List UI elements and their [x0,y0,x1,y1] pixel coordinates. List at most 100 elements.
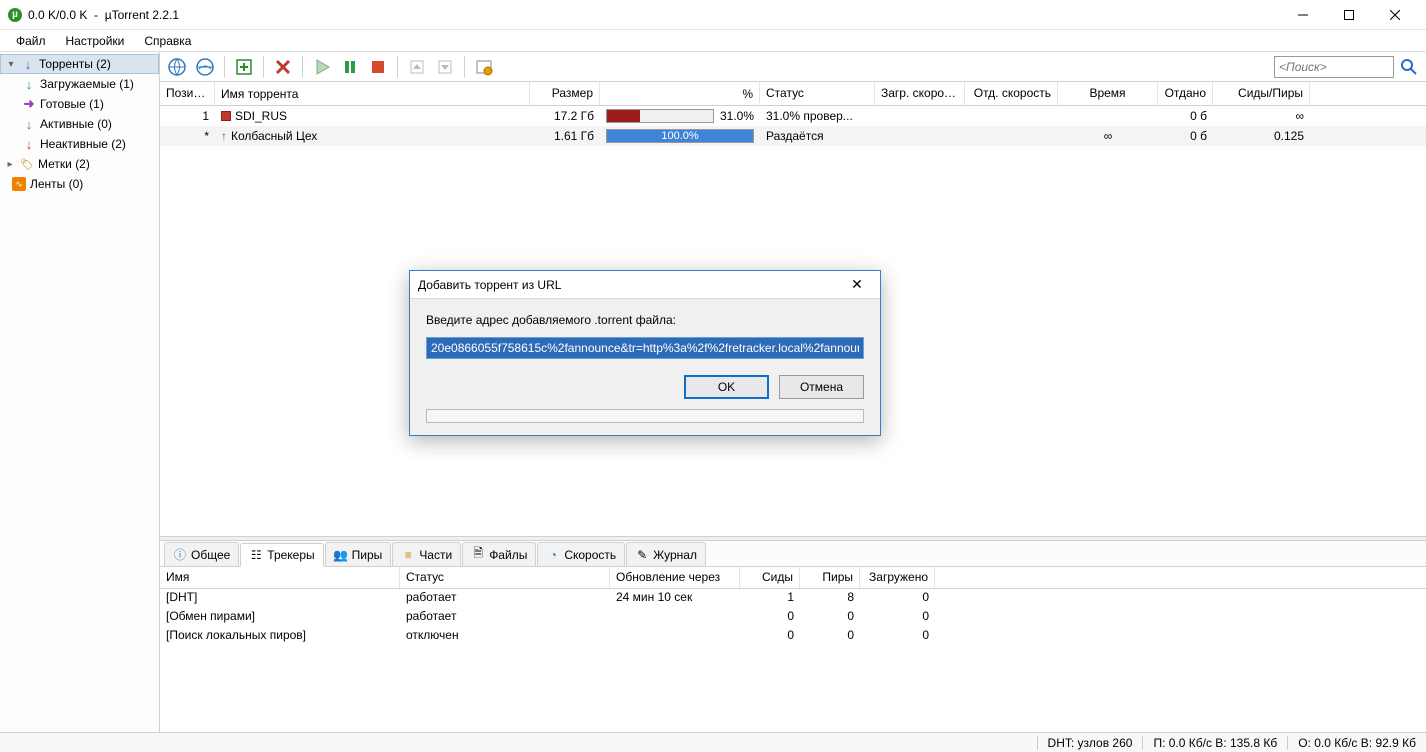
trk-col-seeds[interactable]: Сиды [740,567,800,588]
trk-col-peers[interactable]: Пиры [800,567,860,588]
arrow-right-icon: ➜ [22,97,36,111]
maximize-button[interactable] [1326,0,1372,30]
cell-status: Раздаётся [760,128,875,144]
dialog-close-button[interactable]: ✕ [842,274,872,296]
chevron-down-icon[interactable]: ▾ [5,59,17,70]
detail-tabs: ⓘОбщее ☷ Трекеры 👥Пиры ≡Части 🗎Файлы ◔Ско… [160,541,1426,567]
menubar: Файл Настройки Справка [0,30,1426,52]
cell-given: 0 б [1158,108,1213,124]
trk-col-status[interactable]: Статус [400,567,610,588]
start-button[interactable] [309,54,335,80]
cell-given: 0 б [1158,128,1213,144]
cancel-button[interactable]: Отмена [779,375,864,399]
preferences-button[interactable] [471,54,497,80]
tracker-row[interactable]: [DHT] работает 24 мин 10 сек 1 8 0 [160,589,1426,608]
tab-trackers[interactable]: ☷ Трекеры [240,543,323,567]
move-up-button[interactable] [404,54,430,80]
trk-seed: 0 [740,608,800,627]
search-button[interactable] [1396,54,1422,80]
tag-icon: 🏷 [20,157,34,171]
dialog-title-text: Добавить торрент из URL [418,278,842,292]
col-time[interactable]: Время [1058,82,1158,105]
create-torrent-button[interactable] [231,54,257,80]
upload-icon: ↑ [221,129,227,143]
sidebar-label: Ленты (0) [30,177,83,191]
cell-ratio: ∞ [1213,108,1310,124]
status-download: П: 0.0 Кб/с В: 135.8 Кб [1143,736,1287,750]
sidebar-item-active[interactable]: ↓ Активные (0) [0,114,159,134]
col-uploaded[interactable]: Отдано [1158,82,1213,105]
stop-button[interactable] [365,54,391,80]
sidebar-item-done[interactable]: ➜ Готовые (1) [0,94,159,114]
col-status[interactable]: Статус [760,82,875,105]
sidebar-item-labels[interactable]: ▸ 🏷 Метки (2) [0,154,159,174]
col-percent[interactable]: % [600,82,760,105]
download-red-icon: ↓ [22,137,36,151]
trackers-icon: ☷ [249,548,263,562]
col-ratio[interactable]: Сиды/Пиры [1213,82,1310,105]
add-url-button[interactable] [192,54,218,80]
menu-settings[interactable]: Настройки [56,32,135,50]
sidebar-label: Загружаемые (1) [40,77,134,91]
col-down-speed[interactable]: Загр. скорость [875,82,965,105]
menu-help[interactable]: Справка [134,32,201,50]
download-green-icon: ↓ [22,117,36,131]
move-down-button[interactable] [432,54,458,80]
add-url-dialog: Добавить торрент из URL ✕ Введите адрес … [409,270,881,436]
col-position[interactable]: Позиция [160,82,215,105]
tracker-row[interactable]: [Поиск локальных пиров] отключен 0 0 0 [160,627,1426,646]
tab-peers[interactable]: 👥Пиры [325,542,392,566]
col-up-speed[interactable]: Отд. скорость [965,82,1058,105]
trk-col-name[interactable]: Имя [160,567,400,588]
trk-col-downloaded[interactable]: Загружено [860,567,935,588]
col-size[interactable]: Размер [530,82,600,105]
sidebar: ▾ ↓ Торренты (2) ↓ Загружаемые (1) ➜ Гот… [0,52,160,732]
cell-size: 17.2 Гб [530,108,600,124]
sidebar-label: Активные (0) [40,117,112,131]
search-input[interactable] [1274,56,1394,78]
tab-label: Файлы [489,548,527,562]
torrent-row[interactable]: 1 SDI_RUS 17.2 Гб 31.0% 31.0% провер... … [160,106,1426,126]
trk-dl: 0 [860,608,935,627]
tab-general[interactable]: ⓘОбщее [164,542,239,566]
cell-status: 31.0% провер... [760,108,875,124]
remove-button[interactable] [270,54,296,80]
download-green-icon: ↓ [22,77,36,91]
cell-name: SDI_RUS [215,108,530,124]
pause-button[interactable] [337,54,363,80]
dialog-titlebar[interactable]: Добавить торрент из URL ✕ [410,271,880,299]
cell-dspd [875,115,965,117]
sidebar-item-torrents[interactable]: ▾ ↓ Торренты (2) [0,54,159,74]
cell-time: ∞ [1058,128,1158,144]
sidebar-item-feeds[interactable]: ∿ Ленты (0) [0,174,159,194]
tab-log[interactable]: ✎Журнал [626,542,706,566]
tab-files[interactable]: 🗎Файлы [462,542,536,566]
tab-pieces[interactable]: ≡Части [392,542,461,566]
menu-file[interactable]: Файл [6,32,56,50]
torrent-row[interactable]: * ↑ Колбасный Цех 1.61 Гб 100.0% Раздаёт… [160,126,1426,146]
tracker-row[interactable]: [Обмен пирами] работает 0 0 0 [160,608,1426,627]
chevron-right-icon[interactable]: ▸ [4,159,16,170]
download-icon: ↓ [21,57,35,71]
url-input[interactable] [426,337,864,359]
sidebar-item-inactive[interactable]: ↓ Неактивные (2) [0,134,159,154]
trk-upd: 24 мин 10 сек [610,589,740,608]
open-torrent-button[interactable] [164,54,190,80]
torrent-list-header: Позиция Имя торрента Размер % Статус Заг… [160,82,1426,106]
sidebar-item-downloading[interactable]: ↓ Загружаемые (1) [0,74,159,94]
tab-label: Трекеры [267,548,314,562]
col-name[interactable]: Имя торрента [215,82,530,105]
close-button[interactable] [1372,0,1418,30]
trk-col-update[interactable]: Обновление через [610,567,740,588]
statusbar: DHT: узлов 260 П: 0.0 Кб/с В: 135.8 Кб О… [0,732,1426,752]
cell-percent: 100.0% [600,128,760,144]
cell-size: 1.61 Гб [530,128,600,144]
cell-position: * [160,128,215,144]
ok-button[interactable]: OK [684,375,769,399]
app-name: µTorrent 2.2.1 [105,8,179,22]
stop-icon [221,111,231,121]
titlebar: µ 0.0 K/0.0 K - µTorrent 2.2.1 [0,0,1426,30]
trk-status: работает [400,589,610,608]
tab-speed[interactable]: ◔Скорость [537,542,625,566]
minimize-button[interactable] [1280,0,1326,30]
